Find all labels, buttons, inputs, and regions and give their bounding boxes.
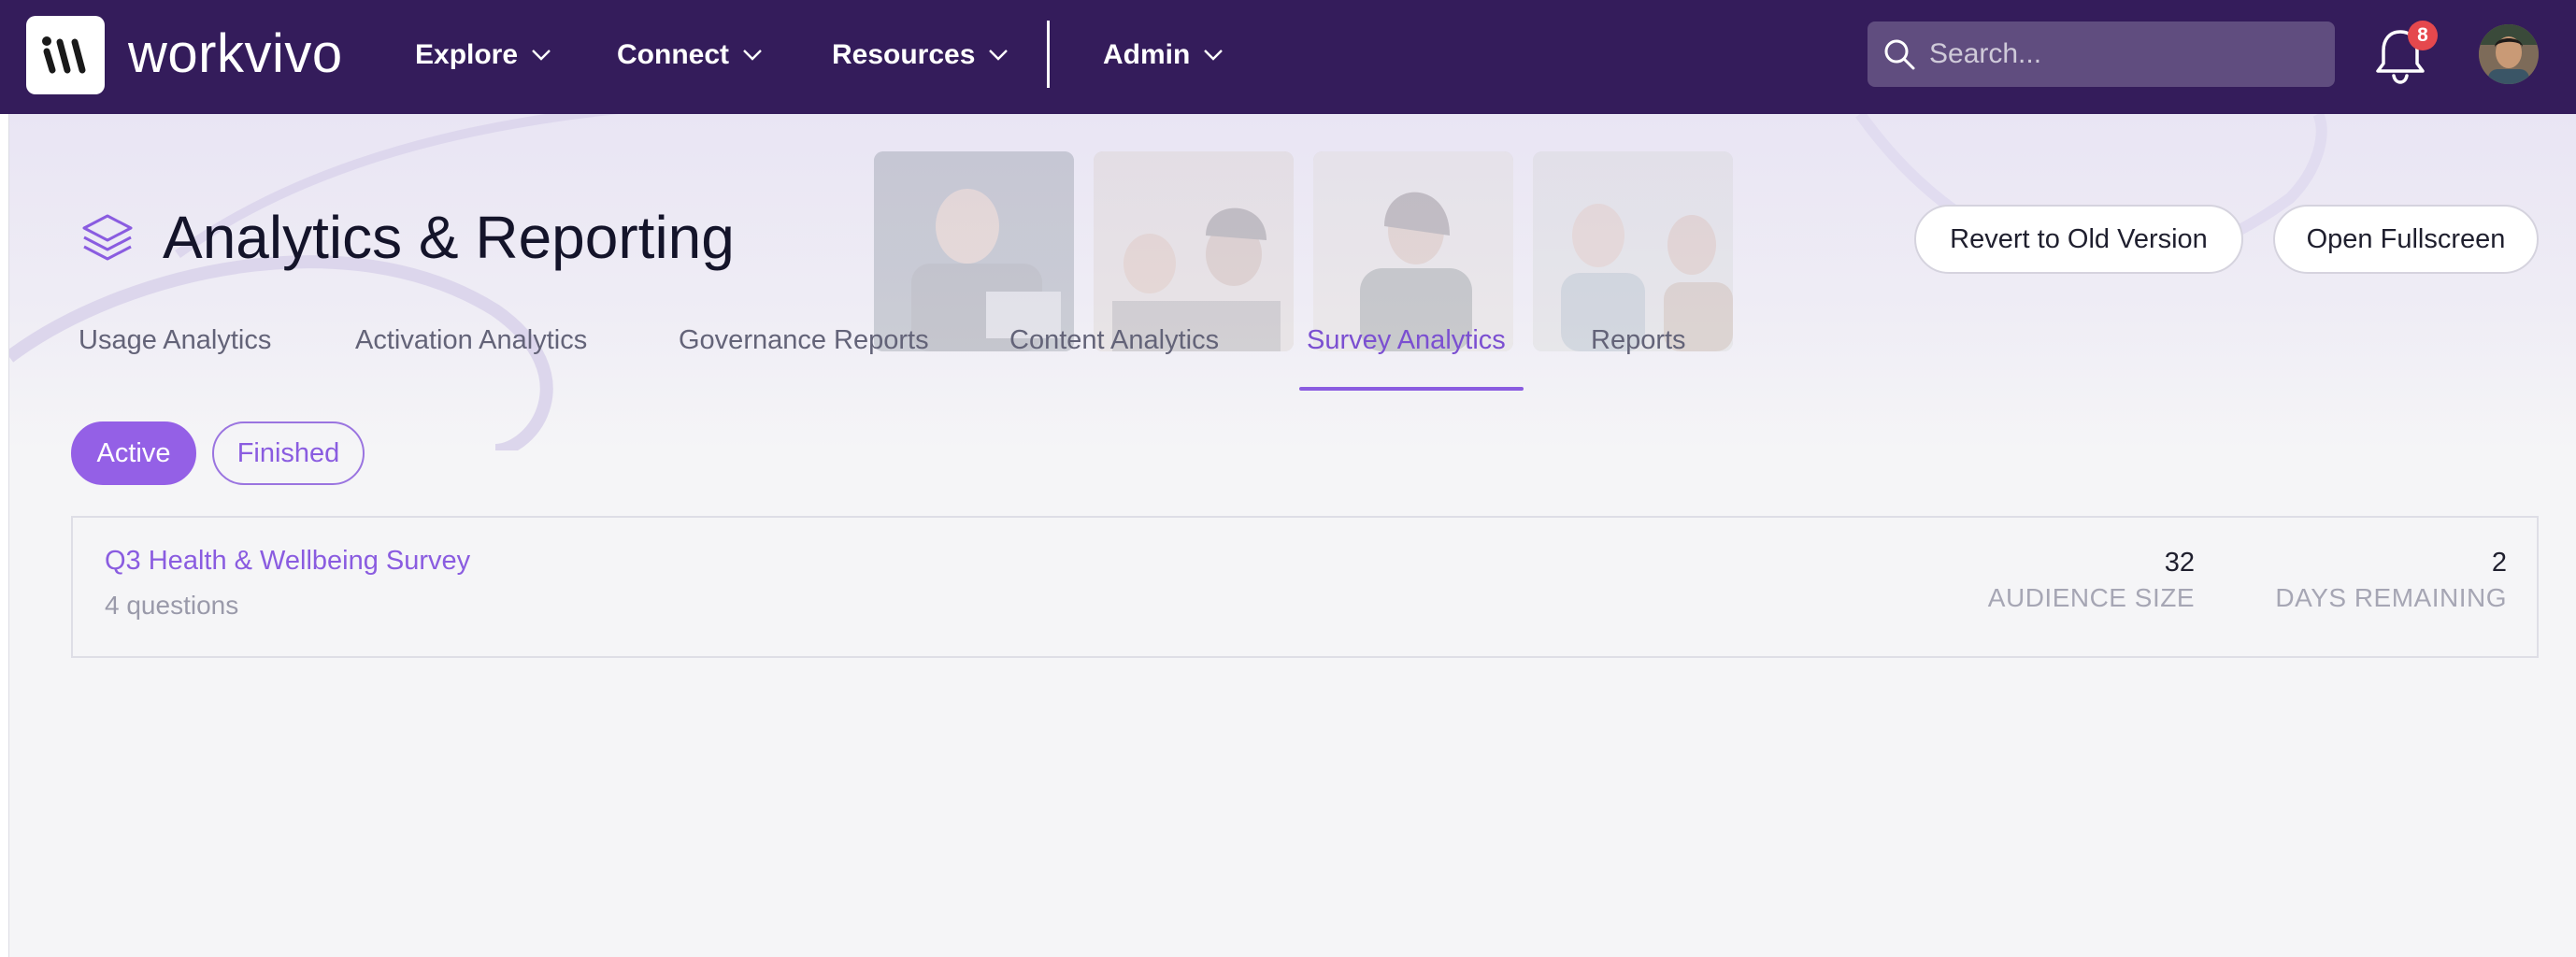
nav-connect-label: Connect	[617, 39, 729, 70]
search-box[interactable]	[1868, 21, 2335, 87]
nav-resources-label: Resources	[832, 39, 976, 70]
workvivo-logo[interactable]	[26, 16, 105, 94]
tab-activation-analytics[interactable]: Activation Analytics	[355, 321, 587, 359]
filter-finished-button[interactable]: Finished	[212, 421, 365, 485]
chevron-down-icon	[989, 50, 1009, 61]
page-title: Analytics & Reporting	[163, 204, 735, 271]
nav-resources[interactable]: Resources	[832, 32, 1009, 79]
chevron-down-icon	[1204, 50, 1224, 61]
tab-survey-analytics[interactable]: Survey Analytics	[1307, 321, 1506, 359]
days-remaining-label: DAYS REMAINING	[2275, 583, 2507, 612]
nav-connect[interactable]: Connect	[617, 32, 763, 79]
nav-explore-label: Explore	[415, 39, 519, 70]
chevron-down-icon	[743, 50, 762, 61]
notification-badge: 8	[2408, 21, 2438, 50]
audience-size-stat: 32 AUDIENCE SIZE	[1988, 546, 2195, 617]
nav-explore[interactable]: Explore	[415, 32, 551, 79]
nav-admin[interactable]: Admin	[1103, 32, 1224, 79]
days-remaining-stat: 2 DAYS REMAINING	[2275, 546, 2507, 617]
nav-divider	[1047, 21, 1050, 88]
layers-icon	[82, 214, 133, 261]
tab-content-analytics[interactable]: Content Analytics	[1009, 321, 1219, 359]
days-remaining-value: 2	[2491, 548, 2507, 578]
nav-admin-label: Admin	[1103, 39, 1191, 70]
tab-governance-reports[interactable]: Governance Reports	[679, 321, 929, 359]
left-edge	[0, 114, 9, 957]
user-avatar[interactable]	[2479, 24, 2539, 84]
search-icon	[1884, 39, 1915, 70]
page-header: Analytics & Reporting	[80, 200, 735, 275]
chevron-down-icon	[532, 50, 551, 61]
revert-old-version-button[interactable]: Revert to Old Version	[1914, 205, 2243, 274]
tab-reports[interactable]: Reports	[1591, 321, 1686, 359]
survey-title-link[interactable]: Q3 Health & Wellbeing Survey	[105, 546, 470, 577]
top-nav-bar: workvivo Explore Connect Resources Admin…	[0, 0, 2576, 114]
user-avatar-image	[2479, 24, 2539, 84]
open-fullscreen-button[interactable]: Open Fullscreen	[2273, 205, 2539, 274]
workvivo-logo-icon	[42, 36, 86, 74]
tab-usage-analytics[interactable]: Usage Analytics	[79, 321, 271, 359]
filter-active-button[interactable]: Active	[71, 421, 196, 485]
audience-size-value: 32	[2164, 548, 2195, 578]
survey-question-count: 4 questions	[105, 591, 239, 620]
brand-name: workvivo	[128, 23, 343, 84]
search-input[interactable]	[1927, 37, 2320, 71]
audience-size-label: AUDIENCE SIZE	[1987, 583, 2195, 612]
survey-list-item[interactable]: Q3 Health & Wellbeing Survey 4 questions…	[71, 516, 2539, 658]
active-tab-indicator	[1299, 387, 1524, 391]
